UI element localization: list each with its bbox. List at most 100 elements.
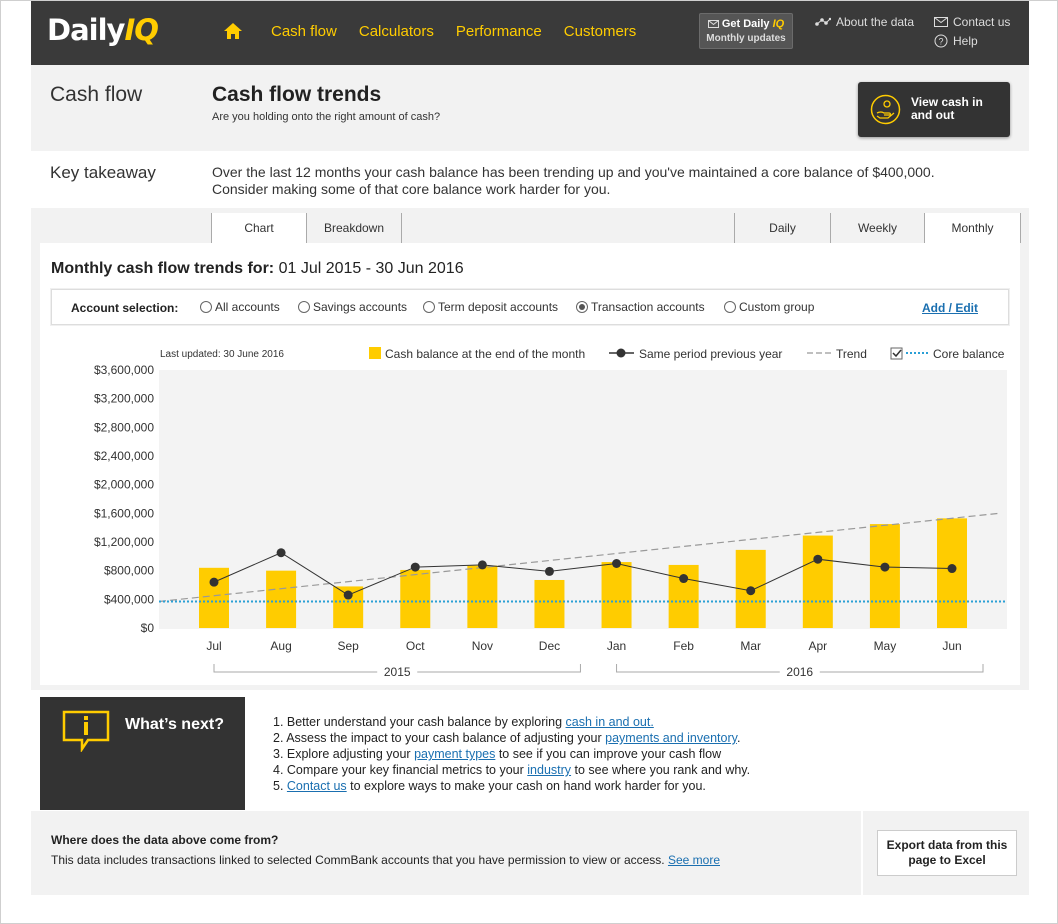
nav-calculators[interactable]: Calculators [359,23,434,40]
x-tick-label: Jan [607,639,626,653]
key-takeaway-label: Key takeaway [50,163,156,182]
year-label: 2015 [384,665,411,679]
tab-breakdown[interactable]: Breakdown [306,213,402,243]
radio-term-deposit-accounts[interactable]: Term deposit accounts [423,300,558,314]
x-tick-label: Jun [942,639,961,653]
account-selection-bar: Account selection: All accounts Savings … [51,289,1009,325]
tab-daily[interactable]: Daily [734,213,831,243]
logo-text: Daily [47,13,125,47]
help-link[interactable]: ? Help [934,34,978,48]
list-item-text: 3. Explore adjusting your [273,747,415,761]
list-item: 4. Compare your key financial metrics to… [273,762,750,778]
top-header: DailyIQ Cash flow Calculators Performanc… [31,1,1029,65]
radio-transaction-accounts[interactable]: Transaction accounts [576,300,705,314]
contact-link[interactable]: Contact us [934,15,1010,29]
monthly-updates-button[interactable]: Get Daily IQ Monthly updates [699,13,793,49]
contact-us-link[interactable]: Contact us [287,779,347,793]
x-tick-label: Mar [740,639,761,653]
radio-custom-group[interactable]: Custom group [724,300,814,314]
bar [199,567,229,628]
legend-trend-label: Trend [836,347,867,361]
y-tick-label: $400,000 [104,592,154,606]
industry-link[interactable]: industry [527,763,571,777]
promo-title-a: Get Daily [721,18,773,30]
x-tick-label: Sep [338,639,360,653]
promo-title-b: IQ [772,18,785,30]
data-source-text: This data includes transactions linked t… [51,853,720,867]
add-edit-link[interactable]: Add / Edit [922,301,978,315]
view-cash-label: View cash in and out [911,95,983,122]
previous-year-point [477,560,487,570]
nav-cash-flow[interactable]: Cash flow [271,23,337,40]
cash-flow-chart: Last updated: 30 June 2016 Cash balance … [94,347,1007,679]
about-label: About the data [836,15,915,29]
radio-label: Transaction accounts [591,300,705,314]
legend-bar-label: Cash balance at the end of the month [385,347,585,361]
list-item-text: 2. Assess the impact to your cash balanc… [273,731,606,745]
y-tick-label: $800,000 [104,564,154,578]
radio-dot [200,301,212,313]
previous-year-point [410,562,420,572]
y-tick-label: $1,600,000 [94,506,154,520]
radio-dot [298,301,310,313]
y-tick-label: $2,800,000 [94,420,154,434]
tab-chart[interactable]: Chart [211,213,307,243]
legend-swatch-line-dot [616,348,626,358]
radio-savings-accounts[interactable]: Savings accounts [298,300,407,314]
help-icon: ? [934,34,948,48]
view-cash-in-out-button[interactable]: View cash in and out [858,82,1010,137]
list-item: 5. Contact us to explore ways to make yo… [273,778,750,794]
bar [534,579,565,628]
nav-performance[interactable]: Performance [456,23,542,40]
chart-section: Chart Breakdown Daily Weekly Monthly Mon… [31,208,1029,690]
svg-text:?: ? [938,37,943,47]
see-more-link[interactable]: See more [668,853,720,867]
previous-year-point [746,586,756,596]
payments-inventory-link[interactable]: payments and inventory [605,731,737,745]
home-icon[interactable] [223,21,243,41]
legend-core-label: Core balance [933,347,1005,361]
y-tick-label: $2,400,000 [94,449,154,463]
core-balance-checkbox[interactable] [890,347,903,360]
list-item: 3. Explore adjusting your payment types … [273,746,750,762]
radio-label: Custom group [739,300,815,314]
previous-year-point [679,574,689,584]
radio-all-accounts[interactable]: All accounts [200,300,280,314]
nav-customers[interactable]: Customers [564,23,637,40]
x-tick-label: May [874,639,897,653]
bar [266,570,297,628]
bar [601,562,632,628]
y-tick-label: $2,000,000 [94,478,154,492]
y-tick-label: $3,600,000 [94,363,154,377]
cash-hand-icon [870,94,901,125]
list-item: 2. Assess the impact to your cash balanc… [273,730,750,746]
promo-title: Get Daily IQ [700,18,792,30]
bar [400,569,431,628]
list-item-text: 4. Compare your key financial metrics to… [273,763,528,777]
previous-year-point [612,559,622,568]
data-source-description: This data includes transactions linked t… [51,853,668,867]
whats-next-panel: What’s next? 1. Better understand your c… [40,697,1020,810]
cash-in-out-link[interactable]: cash in and out. [566,715,654,729]
list-item-text: 5. [273,779,287,793]
page-subtitle: Are you holding onto the right amount of… [212,111,441,123]
tab-weekly[interactable]: Weekly [830,213,925,243]
data-source-footer: Where does the data above come from? Thi… [31,811,861,895]
y-tick-label: $1,200,000 [94,535,154,549]
about-data-link[interactable]: About the data [815,15,914,29]
tab-monthly[interactable]: Monthly [924,213,1021,243]
help-label: Help [953,34,978,48]
page: DailyIQ Cash flow Calculators Performanc… [31,1,1029,895]
previous-year-point [813,554,823,564]
list-item-text: to explore ways to make your cash on han… [346,779,706,793]
chart-panel: Monthly cash flow trends for: 01 Jul 201… [40,243,1020,685]
whats-next-header: What’s next? [40,697,245,810]
payment-types-link[interactable]: payment types [414,747,495,761]
daily-iq-logo[interactable]: DailyIQ [47,13,159,47]
radio-label: All accounts [215,300,280,314]
data-source-question: Where does the data above come from? [51,833,279,847]
legend-swatch-bar [369,347,381,359]
previous-year-point [209,577,219,587]
export-excel-button[interactable]: Export data from this page to Excel [877,830,1017,876]
promo-subtitle: Monthly updates [706,33,786,44]
